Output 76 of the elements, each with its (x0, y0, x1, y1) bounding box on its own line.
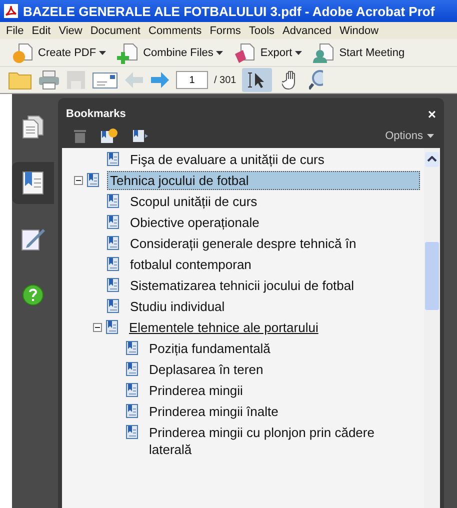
menu-item[interactable]: Forms (206, 24, 245, 36)
bookmark-icon (126, 383, 138, 397)
bookmark-icon (107, 194, 119, 208)
bookmark-item[interactable]: Fişa de evaluare a unității de curs (127, 150, 328, 169)
trash-icon[interactable] (74, 129, 86, 143)
menu-item[interactable]: View (54, 24, 86, 36)
bookmark-item[interactable]: Tehnica jocului de fotbal (107, 171, 420, 190)
toolbar-button[interactable]: Export (230, 42, 306, 64)
tool-button[interactable] (242, 68, 272, 92)
menu-item[interactable]: Tools (244, 24, 279, 36)
bookmark-icon (107, 278, 119, 292)
bookmark-icon (107, 215, 119, 229)
envelope-icon[interactable] (92, 70, 118, 90)
toolbar-button[interactable]: Create PDF (8, 42, 110, 64)
bookmark-item[interactable]: Considerații generale despre tehnică în (127, 234, 360, 253)
bookmark-icon (106, 320, 118, 334)
document-person-icon (312, 42, 336, 64)
bookmark-item[interactable]: Elementele tehnice ale portarului (126, 318, 322, 337)
caret-icon (99, 50, 106, 54)
bookmark-arrow-icon[interactable] (132, 129, 150, 143)
bookmark-icon (126, 362, 138, 376)
bookmark-icon (22, 171, 44, 195)
bookmark-icon (107, 299, 119, 313)
bookmark-item[interactable]: Prinderea mingii (146, 381, 246, 400)
bookmark-item[interactable]: Obiective operaționale (127, 213, 262, 232)
menu-item[interactable]: Advanced (278, 24, 336, 36)
bookmark-icon (107, 257, 119, 271)
page-count: / 301 (214, 74, 236, 86)
print-icon[interactable] (38, 70, 60, 90)
hand-icon (282, 70, 296, 90)
menu-item[interactable]: Comments (144, 24, 206, 36)
bookmark-item[interactable]: Prinderea mingii înalte (146, 402, 282, 421)
bookmark-item[interactable]: fotbalul contemporan (127, 255, 254, 274)
chevron-up-icon (427, 156, 437, 162)
bookmark-icon (87, 173, 99, 187)
pdf-document-icon (3, 3, 19, 19)
pages-icon (22, 115, 44, 139)
bookmark-item[interactable]: Sistematizarea tehnicii jocului de fotbal (127, 276, 358, 295)
bookmark-icon (126, 341, 138, 355)
panel-title: Bookmarks (66, 108, 126, 120)
toolbar-button[interactable]: Combine Files (113, 42, 226, 64)
document-sun-icon (11, 42, 35, 64)
caret-icon (295, 50, 302, 54)
scroll-up-button[interactable] (425, 152, 439, 167)
menu-item[interactable]: File (2, 24, 28, 36)
toolbar-button[interactable]: Start Meeting (309, 42, 408, 64)
collapse-icon[interactable] (74, 176, 83, 185)
scroll-thumb[interactable] (425, 242, 439, 310)
options-menu[interactable]: Options (385, 130, 434, 142)
bookmark-item[interactable]: Deplasarea în teren (146, 360, 266, 379)
bookmark-icon (126, 404, 138, 418)
menu-item[interactable]: Edit (28, 24, 55, 36)
new-bookmark-icon[interactable] (100, 128, 118, 144)
document-plus-icon (116, 42, 140, 64)
side-tab[interactable] (12, 162, 54, 204)
page-number-field[interactable]: 1 (176, 71, 208, 89)
document-export-icon (233, 42, 258, 64)
magnifier-icon (309, 70, 324, 90)
window-title: BAZELE GENERALE ALE FOTBALULUI 3.pdf - Adobe Acrobat Prof (23, 4, 435, 18)
pen-document-icon (21, 227, 45, 251)
bookmark-icon (107, 236, 119, 250)
caret-icon (427, 134, 434, 138)
collapse-icon[interactable] (93, 323, 102, 332)
scrollbar[interactable] (424, 148, 440, 508)
bookmark-item[interactable]: Poziția fundamentală (146, 339, 274, 358)
bookmark-icon (107, 152, 119, 166)
bookmark-icon (126, 425, 138, 439)
close-button[interactable]: × (428, 106, 436, 122)
bookmark-item[interactable]: Scopul unității de curs (127, 192, 260, 211)
right-arrow-icon[interactable] (150, 71, 170, 89)
bookmark-item[interactable]: Studiu individual (127, 297, 228, 316)
menu-item[interactable]: Document (86, 24, 144, 36)
caret-icon (216, 50, 224, 54)
help-icon (22, 284, 44, 306)
bookmark-item[interactable]: Prinderea mingii cu plonjon prin cădere laterală (146, 423, 402, 459)
menu-item[interactable]: Window (335, 24, 383, 36)
